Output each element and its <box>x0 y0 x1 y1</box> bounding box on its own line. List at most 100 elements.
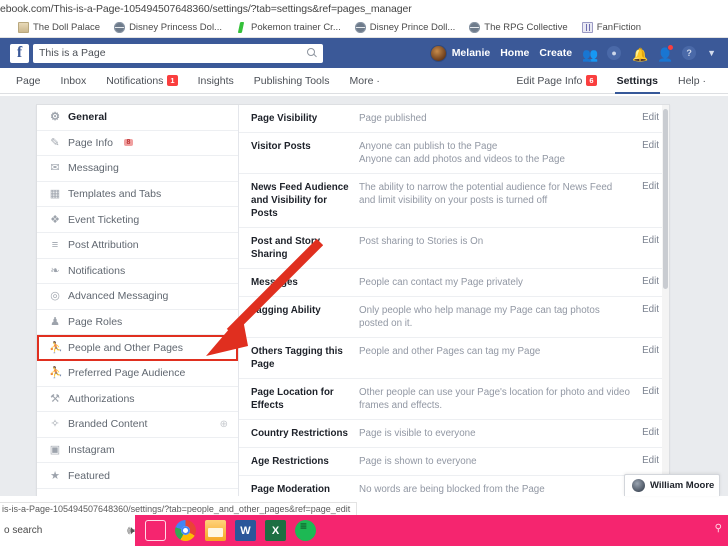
tab-help[interactable]: Help · <box>668 68 716 94</box>
settings-row-edit-link[interactable]: Edit <box>638 140 659 151</box>
status-bar-link-preview: is-is-a-Page-105494507648360/settings/?t… <box>0 502 358 515</box>
settings-row-edit-link[interactable]: Edit <box>638 112 659 123</box>
system-tray-icon[interactable]: ⚲ <box>715 523 722 534</box>
settings-row-edit-link[interactable]: Edit <box>638 386 659 397</box>
scrollbar-thumb[interactable] <box>663 109 668 289</box>
settings-row-description: Post sharing to Stories is On <box>359 236 484 247</box>
pages-feed-icon[interactable]: 👤 <box>657 43 675 62</box>
sidebar-item-featured[interactable]: ★ Featured <box>37 463 238 489</box>
bell-icon: ❧ <box>50 264 60 277</box>
facebook-top-bar: f Melanie Home Create 👥 ● 🔔 👤 ? ▼ <box>0 38 728 68</box>
messenger-icon[interactable]: ● <box>607 45 622 61</box>
settings-row: Page Moderation No words are being blocke… <box>239 476 669 496</box>
settings-row-title: Page Location for Effects <box>251 387 334 411</box>
sidebar-item-label: Instagram <box>68 444 115 457</box>
friend-requests-icon[interactable]: 👥 <box>582 46 598 62</box>
settings-row-edit-link[interactable]: Edit <box>638 276 659 287</box>
settings-row: Tagging Ability Only people who help mana… <box>239 297 669 338</box>
url-text: ebook.com/This-is-a-Page-105494507648360… <box>0 3 412 15</box>
browser-url-bar[interactable]: ebook.com/This-is-a-Page-105494507648360… <box>0 0 728 18</box>
settings-row-description: People and other Pages can tag my Page <box>359 346 541 357</box>
edit-page-info-badge: 6 <box>586 75 597 86</box>
search-box[interactable] <box>33 43 323 63</box>
settings-row-description: Page published <box>359 113 427 124</box>
settings-row-edit-link[interactable]: Edit <box>638 455 659 466</box>
settings-row-edit-link[interactable]: Edit <box>638 427 659 438</box>
bookmark-item[interactable]: Disney Princess Dol... <box>114 22 222 33</box>
sidebar-item-general[interactable]: ⚙ General <box>37 105 238 131</box>
windows-taskbar: o search 🕪 W X ⚲ <box>0 515 728 546</box>
sidebar-item-preferred-page-audience[interactable]: ⛹ Preferred Page Audience <box>37 361 238 387</box>
tab-insights[interactable]: Insights <box>188 68 244 94</box>
status-link-text: is-is-a-Page-105494507648360/settings/?t… <box>2 504 351 514</box>
globe-icon <box>469 22 481 33</box>
settings-row-edit-link[interactable]: Edit <box>638 181 659 192</box>
sidebar-item-authorizations[interactable]: ⚒ Authorizations <box>37 387 238 413</box>
facebook-logo-icon[interactable]: f <box>10 43 29 63</box>
create-link[interactable]: Create <box>539 47 572 59</box>
attribution-icon: ≡ <box>51 239 59 252</box>
grid-icon: ▦ <box>49 188 61 201</box>
taskbar-search-box[interactable]: o search <box>0 515 120 546</box>
settings-row-edit-link[interactable]: Edit <box>638 304 659 315</box>
tab-label: Publishing Tools <box>253 74 330 87</box>
sidebar-item-instagram[interactable]: ▣ Instagram <box>37 438 238 464</box>
sidebar-item-label: Authorizations <box>68 392 135 405</box>
sidebar-item-templates-and-tabs[interactable]: ▦ Templates and Tabs <box>37 182 238 208</box>
sidebar-item-event-ticketing[interactable]: ❖ Event Ticketing <box>37 207 238 233</box>
bookmark-item[interactable]: Pokemon trainer Cr... <box>236 22 341 33</box>
profile-link[interactable]: Melanie <box>429 44 490 62</box>
sidebar-item-page-roles[interactable]: ♟ Page Roles <box>37 310 238 336</box>
home-link[interactable]: Home <box>500 47 529 59</box>
notifications-bell-icon[interactable]: 🔔 <box>632 46 648 62</box>
help-icon[interactable]: ? <box>682 45 697 61</box>
settings-content-area: ⚙ General ✎ Page Info 8 ✉ Messaging ▦ Templates … <box>0 96 728 496</box>
tab-more[interactable]: More · <box>339 68 389 94</box>
file-explorer-icon[interactable] <box>205 520 226 541</box>
chrome-icon[interactable] <box>175 520 196 541</box>
settings-panel: ⚙ General ✎ Page Info 8 ✉ Messaging ▦ Templates … <box>36 104 670 496</box>
chat-dock[interactable]: William Moore <box>624 474 720 496</box>
tab-page[interactable]: Page <box>6 68 51 94</box>
sidebar-item-advanced-messaging[interactable]: ◎ Advanced Messaging <box>37 284 238 310</box>
tab-inbox[interactable]: Inbox <box>51 68 97 94</box>
settings-row: Page Location for Effects Other people ca… <box>239 379 669 420</box>
sidebar-item-notifications[interactable]: ❧ Notifications <box>37 259 238 285</box>
bookmark-item[interactable]: FanFiction <box>581 22 641 33</box>
settings-row-edit-link[interactable]: Edit <box>638 345 659 356</box>
settings-list: Page Visibility Page published Edit Visitor… <box>239 105 669 496</box>
sidebar-item-page-info[interactable]: ✎ Page Info 8 <box>37 131 238 157</box>
tab-publishing-tools[interactable]: Publishing Tools <box>244 68 340 94</box>
sidebar-item-messaging[interactable]: ✉ Messaging <box>37 156 238 182</box>
sidebar-item-branded-content[interactable]: ✧ Branded Content ⊕ <box>37 412 238 438</box>
settings-row-description: The ability to narrow the potential audi… <box>359 182 613 206</box>
task-view-icon[interactable] <box>145 520 166 541</box>
account-menu-caret-icon[interactable]: ▼ <box>707 48 716 58</box>
bookmark-item[interactable]: The RPG Collective <box>469 22 568 33</box>
sidebar-item-crossposting[interactable]: ▶ Crossposting <box>37 489 238 496</box>
vertical-scrollbar[interactable] <box>662 105 669 496</box>
settings-row-description: People can contact my Page privately <box>359 277 523 288</box>
sidebar-item-people-and-other-pages[interactable]: ⛹ People and Other Pages <box>37 335 238 361</box>
settings-row: Post and Story Sharing Post sharing to St… <box>239 228 669 269</box>
bookmark-label: Disney Princess Dol... <box>129 22 222 33</box>
spotify-icon[interactable] <box>295 519 316 541</box>
search-icon <box>307 47 315 56</box>
bookmark-item[interactable]: The Doll Palace <box>18 22 100 33</box>
settings-row-edit-link[interactable]: Edit <box>638 235 659 246</box>
word-icon[interactable]: W <box>235 520 256 541</box>
tab-label: Notifications <box>106 74 164 87</box>
video-icon: ▶ <box>49 495 61 496</box>
excel-icon[interactable]: X <box>265 520 286 541</box>
sidebar-item-post-attribution[interactable]: ≡ Post Attribution <box>37 233 238 259</box>
sidebar-item-label: Notifications <box>68 264 126 277</box>
tab-settings[interactable]: Settings <box>607 68 668 94</box>
bookmarks-bar: The Doll Palace Disney Princess Dol... P… <box>0 18 728 38</box>
sidebar-item-label: Featured <box>68 469 111 482</box>
tab-notifications[interactable]: Notifications 1 <box>96 68 187 94</box>
plus-icon[interactable]: ⊕ <box>220 419 228 430</box>
bookmark-item[interactable]: Disney Prince Doll... <box>354 22 455 33</box>
tab-edit-page-info[interactable]: Edit Page Info 6 <box>506 68 606 94</box>
avatar <box>632 479 645 492</box>
search-input[interactable] <box>39 47 317 59</box>
